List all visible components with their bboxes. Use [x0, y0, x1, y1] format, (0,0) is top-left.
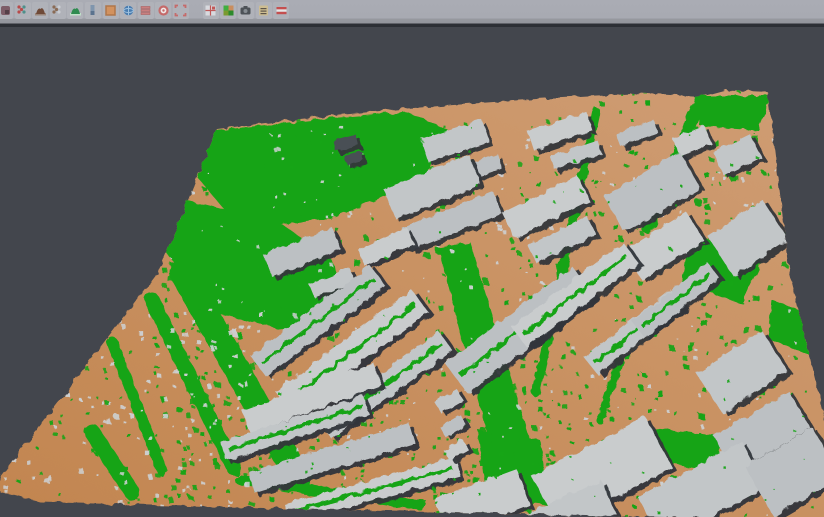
ground-tile-icon[interactable] [103, 2, 119, 19]
globe-icon[interactable] [120, 2, 136, 19]
3d-viewport[interactable] [0, 0, 824, 517]
target-ring-icon[interactable] [155, 2, 171, 19]
classified-map-icon[interactable] [220, 2, 236, 19]
report-icon[interactable] [256, 2, 272, 19]
selection-brackets-icon[interactable] [173, 2, 189, 19]
application-window [0, 0, 824, 517]
toolbar [0, 0, 824, 27]
grid-select-icon[interactable] [203, 2, 219, 19]
scene-canvas[interactable] [0, 0, 824, 517]
camera-icon[interactable] [238, 2, 254, 19]
point-cloud-icon[interactable] [0, 2, 13, 19]
flag-stripes-icon[interactable] [273, 2, 289, 19]
low-points-icon[interactable] [50, 2, 66, 19]
terrain-mound-icon[interactable] [32, 2, 48, 19]
classify-points-icon[interactable] [15, 2, 31, 19]
profile-column-icon[interactable] [85, 2, 101, 19]
vegetation-mound-icon[interactable] [67, 2, 83, 19]
toolbar-icon-row [0, 1, 290, 20]
layers-icon[interactable] [138, 2, 154, 19]
